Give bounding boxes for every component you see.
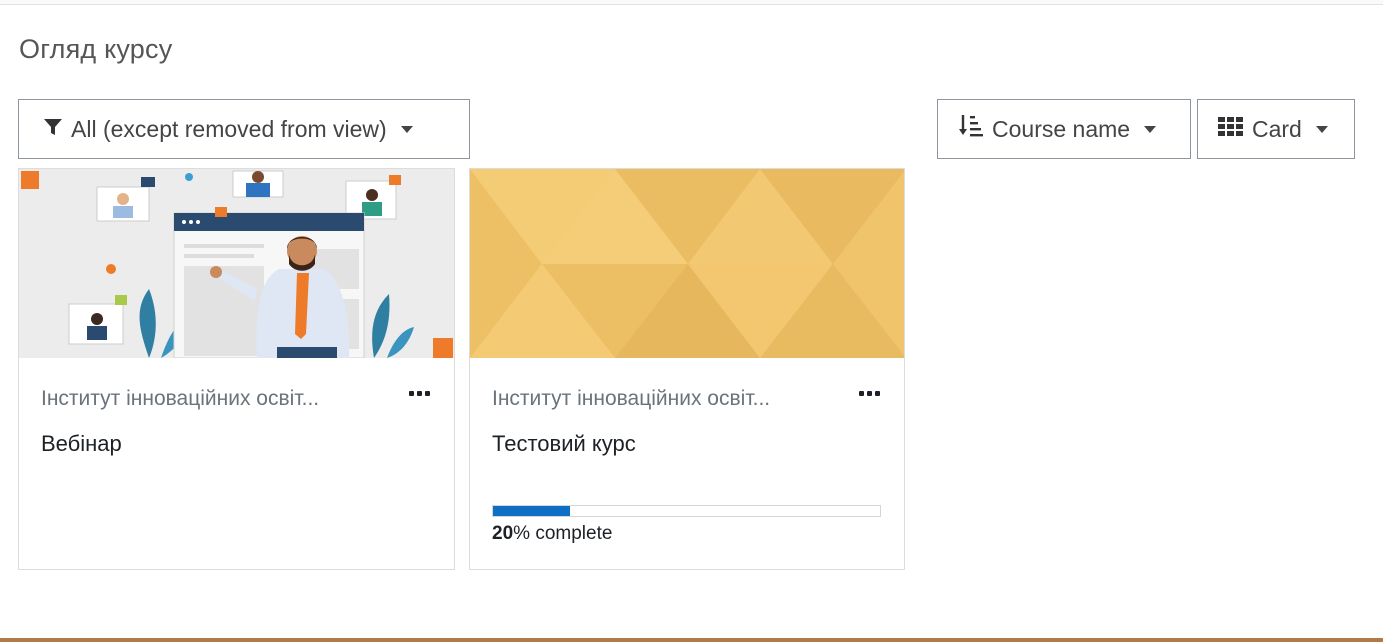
chevron-down-icon [1144,125,1157,133]
course-category: Інститут інноваційних освіт... [41,387,320,410]
more-options-icon[interactable] [409,391,430,396]
sort-label: Course name [992,115,1131,142]
progress-bar-fill [493,506,571,516]
grid-icon [1218,116,1244,143]
bottom-divider [0,638,1383,642]
course-card[interactable]: Інститут інноваційних освіт... Вебінар [18,168,455,570]
progress-bar [492,505,881,517]
progress-value: 20 [492,523,514,544]
view-dropdown-button[interactable]: Card [1197,99,1355,159]
progress-text: 20% complete [492,523,612,545]
chevron-down-icon [400,125,413,133]
filter-dropdown-button[interactable]: All (except removed from view) [18,99,470,159]
sort-dropdown-button[interactable]: Course name [937,99,1191,159]
top-divider [0,0,1383,5]
course-image-pattern[interactable] [470,169,904,358]
sort-icon [958,113,984,145]
progress-suffix: % complete [513,523,613,544]
course-category: Інститут інноваційних освіт... [492,387,771,410]
view-label: Card [1252,115,1302,142]
course-card[interactable]: Інститут інноваційних освіт... Тестовий … [469,168,905,570]
filter-icon [43,116,63,143]
chevron-down-icon [1315,125,1328,133]
course-image-webinar[interactable] [19,169,454,359]
filter-label: All (except removed from view) [71,115,387,142]
course-name-link[interactable]: Вебінар [41,431,122,457]
section-title: Огляд курсу [19,34,173,64]
more-options-icon[interactable] [859,391,880,396]
course-name-link[interactable]: Тестовий курс [492,431,636,457]
